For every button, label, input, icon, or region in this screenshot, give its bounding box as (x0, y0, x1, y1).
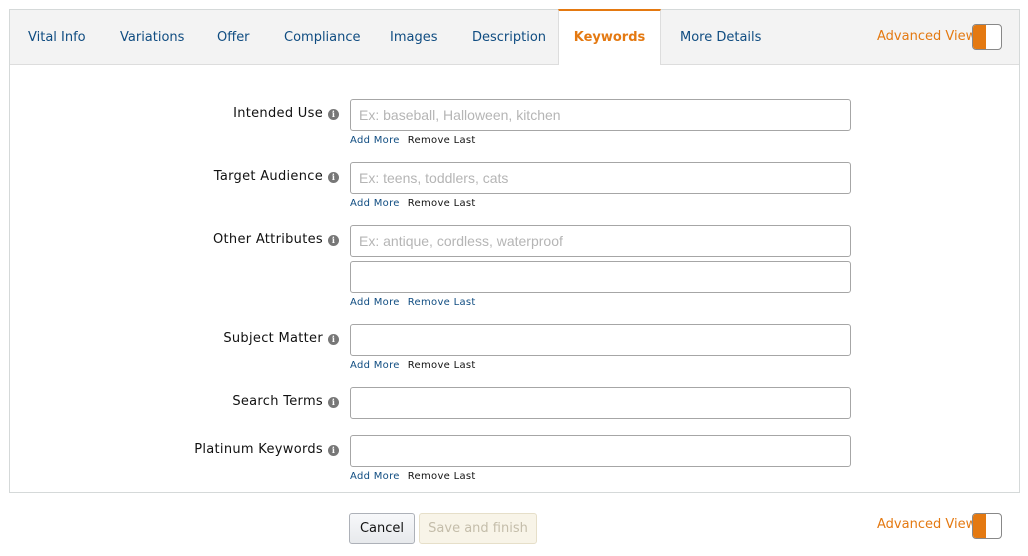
other-attributes-input-1[interactable] (350, 225, 851, 257)
remove-last-link[interactable]: Remove Last (408, 135, 476, 146)
intended-use-label: Intended Use i (233, 106, 339, 121)
add-more-link[interactable]: Add More (350, 135, 400, 146)
remove-last-link[interactable]: Remove Last (408, 360, 476, 371)
info-icon[interactable]: i (328, 397, 339, 408)
listing-form-panel: Vital Info Variations Offer Compliance I… (9, 9, 1020, 493)
info-icon[interactable]: i (328, 235, 339, 246)
add-more-link[interactable]: Add More (350, 360, 400, 371)
platinum-keywords-row: Platinum Keywords i (10, 442, 339, 460)
other-attributes-links: Add More Remove Last (350, 297, 476, 311)
search-terms-input[interactable] (350, 387, 851, 419)
cancel-button[interactable]: Cancel (349, 513, 415, 544)
other-attributes-label: Other Attributes i (213, 232, 339, 247)
platinum-keywords-label: Platinum Keywords i (194, 442, 339, 457)
tab-compliance[interactable]: Compliance (284, 10, 361, 65)
advanced-view-label: Advanced View (877, 29, 977, 44)
intended-use-links: Add More Remove Last (350, 135, 476, 149)
info-icon[interactable]: i (328, 109, 339, 120)
tab-keywords[interactable]: Keywords (558, 9, 661, 65)
target-audience-links: Add More Remove Last (350, 198, 476, 212)
advanced-view-label-footer: Advanced View (877, 517, 977, 532)
search-terms-label: Search Terms i (232, 394, 339, 409)
tab-more-details[interactable]: More Details (680, 10, 761, 65)
tab-images[interactable]: Images (390, 10, 438, 65)
add-more-link[interactable]: Add More (350, 297, 400, 308)
target-audience-label: Target Audience i (214, 169, 339, 184)
subject-matter-input[interactable] (350, 324, 851, 356)
subject-matter-links: Add More Remove Last (350, 360, 476, 374)
tab-bar: Vital Info Variations Offer Compliance I… (10, 9, 1019, 65)
target-audience-row: Target Audience i (10, 169, 339, 187)
tab-offer[interactable]: Offer (217, 10, 250, 65)
remove-last-link[interactable]: Remove Last (408, 297, 476, 308)
remove-last-link[interactable]: Remove Last (408, 471, 476, 482)
platinum-keywords-links: Add More Remove Last (350, 471, 476, 485)
platinum-keywords-input[interactable] (350, 435, 851, 467)
tab-vital-info[interactable]: Vital Info (28, 10, 86, 65)
toggle-knob (973, 514, 986, 538)
info-icon[interactable]: i (328, 334, 339, 345)
toggle-knob (973, 25, 986, 49)
search-terms-row: Search Terms i (10, 394, 339, 412)
intended-use-input[interactable] (350, 99, 851, 131)
add-more-link[interactable]: Add More (350, 471, 400, 482)
tab-description[interactable]: Description (472, 10, 546, 65)
info-icon[interactable]: i (328, 445, 339, 456)
add-more-link[interactable]: Add More (350, 198, 400, 209)
advanced-view-toggle[interactable] (972, 24, 1002, 50)
info-icon[interactable]: i (328, 172, 339, 183)
intended-use-row: Intended Use i (10, 106, 339, 124)
remove-last-link[interactable]: Remove Last (408, 198, 476, 209)
other-attributes-row: Other Attributes i (10, 232, 339, 250)
subject-matter-row: Subject Matter i (10, 331, 339, 349)
save-and-finish-button[interactable]: Save and finish (419, 513, 537, 544)
advanced-view-toggle-footer[interactable] (972, 513, 1002, 539)
subject-matter-label: Subject Matter i (223, 331, 339, 346)
target-audience-input[interactable] (350, 162, 851, 194)
other-attributes-input-2[interactable] (350, 261, 851, 293)
tab-variations[interactable]: Variations (120, 10, 184, 65)
